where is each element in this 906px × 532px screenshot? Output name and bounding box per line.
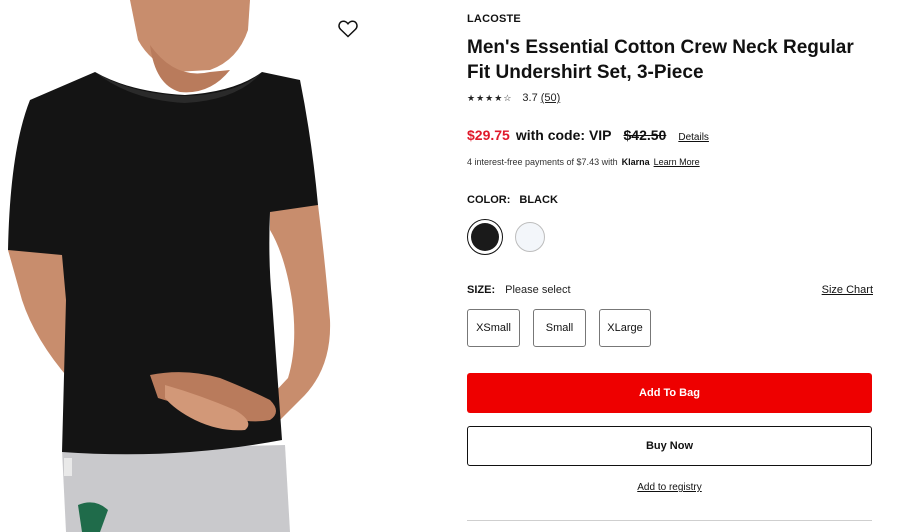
color-swatches: [467, 219, 545, 255]
size-status: Please select: [505, 284, 571, 296]
color-label: COLOR:: [467, 194, 511, 206]
rating-value: 3.7: [522, 92, 538, 104]
size-selector-label: SIZE: Please select Size Chart: [467, 284, 873, 296]
promo-code-text: with code: VIP: [515, 127, 612, 143]
add-to-bag-button[interactable]: Add To Bag: [467, 373, 872, 413]
klarna-logo: Klarna: [621, 157, 650, 167]
star-empty-icon: ☆: [503, 92, 513, 103]
brand-name[interactable]: LACOSTE: [467, 13, 521, 25]
size-option-small[interactable]: Small: [533, 309, 586, 347]
star-filled-icon: ★: [476, 92, 486, 103]
size-options: XSmall Small XLarge: [467, 309, 664, 347]
klarna-installments: 4 interest-free payments of $7.43 with K…: [467, 157, 700, 167]
add-to-registry-link[interactable]: Add to registry: [467, 482, 872, 493]
klarna-learn-more-link[interactable]: Learn More: [654, 157, 700, 167]
product-image[interactable]: [0, 0, 372, 532]
review-count-link[interactable]: (50): [541, 92, 561, 104]
star-filled-icon: ★: [494, 92, 504, 103]
rating[interactable]: ★ ★ ★ ★ ☆ 3.7 (50): [467, 92, 560, 104]
price-row: $29.75 with code: VIP $42.50 Details: [467, 127, 709, 143]
size-option-xsmall[interactable]: XSmall: [467, 309, 520, 347]
price-details-link[interactable]: Details: [678, 132, 709, 143]
star-filled-icon: ★: [467, 92, 477, 103]
swatch-white[interactable]: [515, 222, 545, 252]
size-label: SIZE:: [467, 284, 496, 296]
divider: [467, 520, 872, 521]
klarna-text: 4 interest-free payments of $7.43 with: [467, 157, 618, 167]
wishlist-heart-icon[interactable]: [338, 20, 362, 44]
star-rating: ★ ★ ★ ★ ☆: [467, 93, 512, 104]
color-selector-label: COLOR: BLACK: [467, 194, 558, 206]
color-selected-value: BLACK: [519, 194, 558, 206]
original-price: $42.50: [623, 127, 667, 143]
size-chart-link[interactable]: Size Chart: [822, 284, 873, 296]
sale-price: $29.75: [467, 127, 510, 143]
swatch-black[interactable]: [467, 219, 503, 255]
product-photo: [0, 0, 372, 532]
buy-now-button[interactable]: Buy Now: [467, 426, 872, 466]
product-title: Men's Essential Cotton Crew Neck Regular…: [467, 37, 854, 83]
size-option-xlarge[interactable]: XLarge: [599, 309, 651, 347]
star-filled-icon: ★: [485, 92, 495, 103]
